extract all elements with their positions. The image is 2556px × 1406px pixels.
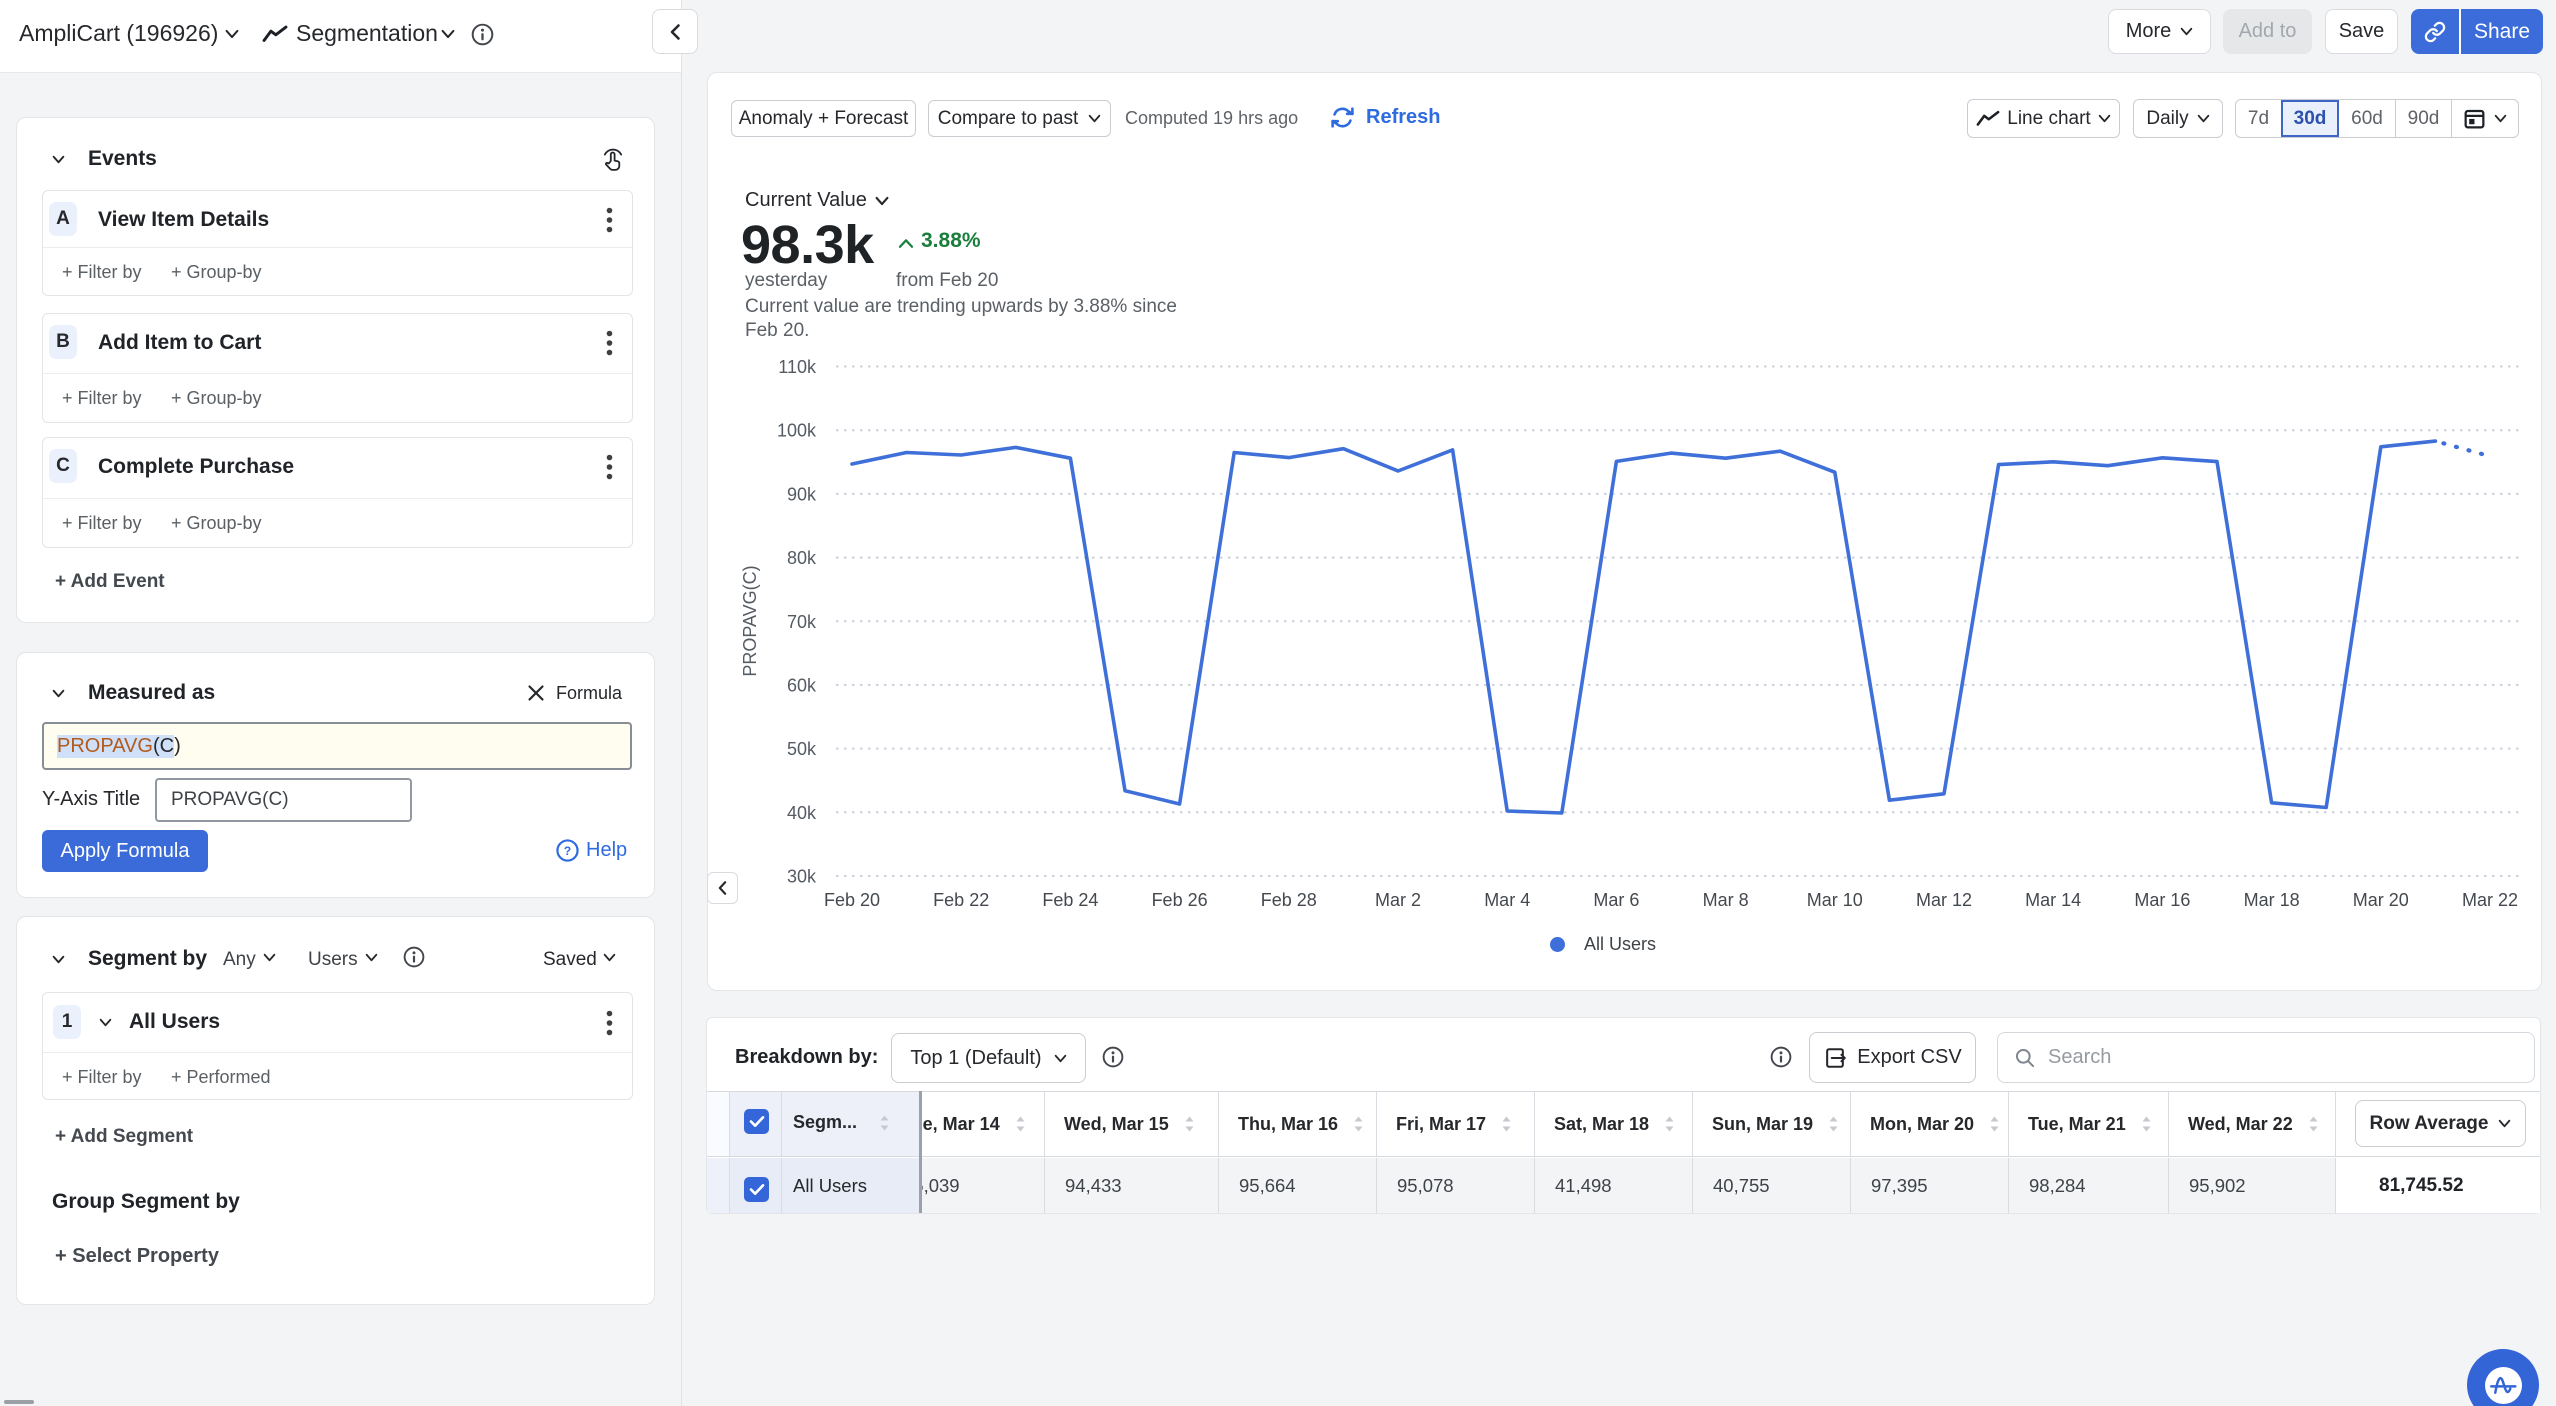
svg-text:Mar 8: Mar 8	[1703, 890, 1749, 910]
svg-text:?: ?	[564, 844, 571, 858]
svg-text:Mar 2: Mar 2	[1375, 890, 1421, 910]
svg-text:Feb 28: Feb 28	[1261, 890, 1317, 910]
svg-text:50k: 50k	[787, 739, 817, 759]
svg-text:30k: 30k	[787, 867, 817, 887]
svg-text:Mar 10: Mar 10	[1807, 890, 1863, 910]
svg-text:80k: 80k	[787, 548, 817, 568]
svg-text:Feb 24: Feb 24	[1042, 890, 1098, 910]
svg-text:Feb 20: Feb 20	[824, 890, 880, 910]
svg-text:Feb 26: Feb 26	[1152, 890, 1208, 910]
svg-text:Mar 4: Mar 4	[1484, 890, 1530, 910]
svg-text:70k: 70k	[787, 612, 817, 632]
svg-text:60k: 60k	[787, 675, 817, 695]
svg-text:Feb 22: Feb 22	[933, 890, 989, 910]
svg-text:Mar 22: Mar 22	[2462, 890, 2518, 910]
svg-text:Mar 6: Mar 6	[1593, 890, 1639, 910]
svg-text:PROPAVG(C): PROPAVG(C)	[740, 565, 760, 676]
svg-text:Mar 18: Mar 18	[2244, 890, 2300, 910]
svg-text:100k: 100k	[777, 421, 817, 441]
svg-text:110k: 110k	[778, 357, 817, 377]
svg-text:Mar 12: Mar 12	[1916, 890, 1972, 910]
svg-text:40k: 40k	[787, 803, 817, 823]
svg-text:Mar 20: Mar 20	[2353, 890, 2409, 910]
svg-text:Mar 16: Mar 16	[2134, 890, 2190, 910]
svg-text:90k: 90k	[787, 484, 817, 504]
svg-text:Mar 14: Mar 14	[2025, 890, 2081, 910]
